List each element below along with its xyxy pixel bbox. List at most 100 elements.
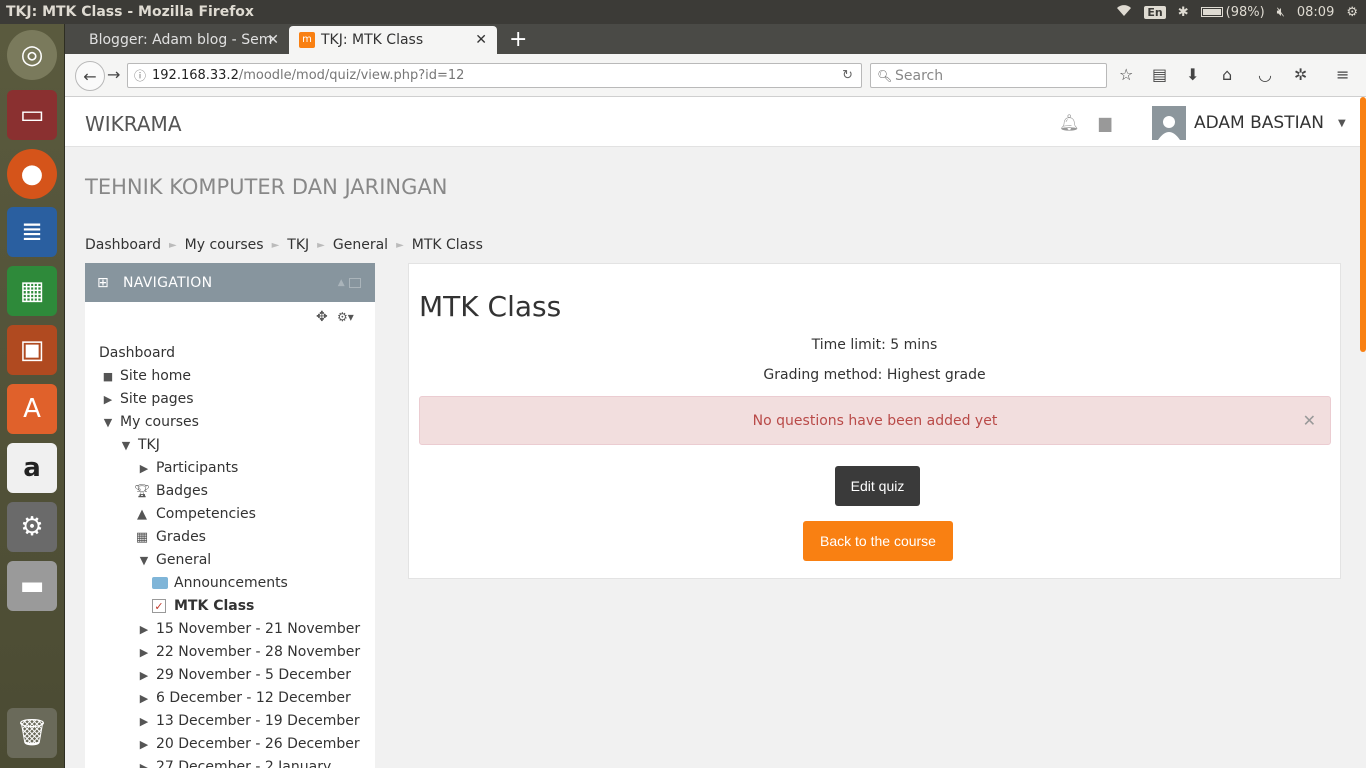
chevron-down-icon: ▼ <box>1337 117 1346 129</box>
breadcrumb-my-courses[interactable]: My courses <box>185 237 264 253</box>
chevron-right-icon: ▶ <box>139 760 149 768</box>
reload-icon[interactable]: ↻ <box>842 68 853 83</box>
nav-item-announcements[interactable]: Announcements <box>152 573 288 593</box>
moodle-header: WIKRAMA 🔔︎ ▆ ADAM BASTIAN ▼ <box>65 97 1366 147</box>
breadcrumb: Dashboard ► My courses ► TKJ ► General ►… <box>85 237 483 253</box>
chevron-right-icon: ▶ <box>139 622 149 636</box>
battery-icon <box>1200 7 1223 17</box>
nav-item-label: 27 December - 2 January <box>156 759 332 768</box>
nav-item-participants[interactable]: ▶ Participants <box>140 458 239 478</box>
pocket-icon[interactable]: ◡ <box>1258 65 1272 84</box>
writer-icon[interactable]: ≣ <box>7 207 57 257</box>
nav-item-week[interactable]: ▶ 27 December - 2 January <box>140 757 332 768</box>
gear-icon[interactable]: ⚙▾ <box>337 310 354 324</box>
nav-item-label: TKJ <box>138 437 160 453</box>
move-block-icon[interactable]: ✥ <box>316 309 328 325</box>
battery-indicator[interactable]: (98%) <box>1200 4 1265 20</box>
nav-item-label: 15 November - 21 November <box>156 621 361 637</box>
nav-item-site-pages[interactable]: ▶ Site pages <box>104 389 194 409</box>
clock[interactable]: 08:09 <box>1297 5 1334 20</box>
reading-list-icon[interactable]: ▤ <box>1152 65 1167 84</box>
volume-muted-icon[interactable]: 🔇︎ <box>1277 5 1285 20</box>
navigation-toolbar: ← → ⓘ 192.168.33.2/moodle/mod/quiz/view.… <box>65 54 1366 97</box>
disk-drive-icon[interactable]: ▬ <box>7 561 57 611</box>
nav-item-tkj[interactable]: ▼ TKJ <box>122 435 160 455</box>
info-icon[interactable]: ⓘ <box>134 67 146 84</box>
nav-item-week[interactable]: ▶ 20 December - 26 December <box>140 734 360 754</box>
nav-item-week[interactable]: ▶ 6 December - 12 December <box>140 688 351 708</box>
collapse-block-icon[interactable]: ▲ <box>338 278 345 288</box>
breadcrumb-mtk-class[interactable]: MTK Class <box>412 237 483 253</box>
nav-item-week[interactable]: ▶ 13 December - 19 December <box>140 711 360 731</box>
nav-item-week[interactable]: ▶ 15 November - 21 November <box>140 619 361 639</box>
keyboard-layout-indicator[interactable]: En <box>1144 5 1166 19</box>
edit-quiz-button[interactable]: Edit quiz <box>835 466 920 506</box>
trophy-icon: 🏆︎ <box>133 483 151 499</box>
files-icon[interactable]: ▭ <box>7 90 57 140</box>
navigation-title: NAVIGATION <box>123 274 213 291</box>
battery-percent: (98%) <box>1225 4 1265 20</box>
site-name[interactable]: WIKRAMA <box>85 112 182 136</box>
nav-item-site-home[interactable]: ■ Site home <box>103 366 191 386</box>
url-host: 192.168.33.2 <box>152 68 239 83</box>
breadcrumb-general[interactable]: General <box>333 237 388 253</box>
nav-item-label: Participants <box>156 460 239 476</box>
software-center-icon[interactable]: A <box>7 384 57 434</box>
calc-icon[interactable]: ▦ <box>7 266 57 316</box>
breadcrumb-tkj[interactable]: TKJ <box>287 237 309 253</box>
nav-item-mtk-class[interactable]: ✓ MTK Class <box>152 596 254 616</box>
navigation-block: ⊞ NAVIGATION ▲ ✥ ⚙▾ Dashboard ■ Site home… <box>85 263 375 768</box>
impress-icon[interactable]: ▣ <box>7 325 57 375</box>
close-icon[interactable]: ✕ <box>1303 411 1316 430</box>
tab-label: TKJ: MTK Class <box>321 32 424 48</box>
chevron-down-icon: ▼ <box>139 553 149 567</box>
search-input[interactable]: 🔍︎ Search <box>870 63 1107 88</box>
home-icon[interactable]: ⌂ <box>1222 65 1232 84</box>
quiz-main-region: MTK Class Time limit: 5 mins Grading met… <box>408 263 1341 579</box>
page-scrollbar[interactable] <box>1360 97 1366 352</box>
chevron-right-icon: ▶ <box>139 691 149 705</box>
amazon-icon[interactable]: a <box>7 443 57 493</box>
notification-bell-icon[interactable]: 🔔︎ <box>1059 113 1079 132</box>
wifi-icon[interactable] <box>1116 3 1132 21</box>
breadcrumb-dashboard[interactable]: Dashboard <box>85 237 161 253</box>
nav-item-week[interactable]: ▶ 22 November - 28 November <box>140 642 360 662</box>
ubuntu-dash-icon[interactable]: ◎ <box>7 30 57 80</box>
chevron-down-icon: ▼ <box>103 415 113 429</box>
bullet-icon: ■ <box>102 369 114 383</box>
url-bar[interactable]: ⓘ 192.168.33.2/moodle/mod/quiz/view.php?… <box>127 63 862 88</box>
nav-item-week[interactable]: ▶ 29 November - 5 December <box>140 665 351 685</box>
nav-item-grades[interactable]: ▦ Grades <box>136 527 206 547</box>
system-settings-icon[interactable]: ⚙ <box>7 502 57 552</box>
nav-item-general[interactable]: ▼ General <box>140 550 211 570</box>
tab-blogger[interactable]: Blogger: Adam blog - Sem ✕ <box>65 26 289 54</box>
nav-item-label: Badges <box>156 483 208 499</box>
firefox-icon[interactable]: ● <box>7 149 57 199</box>
nav-item-badges[interactable]: 🏆︎ Badges <box>134 481 208 501</box>
trash-icon[interactable]: 🗑︎ <box>7 708 57 758</box>
user-menu[interactable]: ADAM BASTIAN ▼ <box>1152 106 1346 140</box>
forward-icon[interactable]: → <box>107 65 120 84</box>
nav-item-competencies[interactable]: ▲ Competencies <box>137 504 256 524</box>
nav-item-dashboard[interactable]: Dashboard <box>99 343 175 363</box>
tab-tkj-mtk-class[interactable]: m TKJ: MTK Class ✕ <box>289 26 497 54</box>
bookmark-star-icon[interactable]: ☆ <box>1119 65 1133 84</box>
sitemap-icon: ⊞ <box>97 274 110 291</box>
back-icon[interactable]: ← <box>75 61 105 91</box>
tab-strip: Blogger: Adam blog - Sem ✕ m TKJ: MTK Cl… <box>65 24 1366 54</box>
menu-icon[interactable]: ≡ <box>1336 65 1349 84</box>
chevron-right-icon: ▶ <box>103 392 113 406</box>
extension-icon[interactable]: ✲ <box>1294 65 1307 84</box>
close-icon[interactable]: ✕ <box>267 32 279 48</box>
nav-item-my-courses[interactable]: ▼ My courses <box>104 412 199 432</box>
messages-icon[interactable]: ▆ <box>1099 113 1111 132</box>
bluetooth-icon[interactable]: ✱ <box>1178 5 1189 20</box>
new-tab-button[interactable]: + <box>509 27 527 52</box>
download-icon[interactable]: ⬇ <box>1186 65 1199 84</box>
dock-block-icon[interactable] <box>349 277 361 288</box>
gear-icon[interactable]: ⚙ <box>1346 5 1358 20</box>
back-to-course-button[interactable]: Back to the course <box>803 521 953 561</box>
close-icon[interactable]: ✕ <box>475 32 487 48</box>
grades-table-icon: ▦ <box>135 529 149 545</box>
nav-item-label: 13 December - 19 December <box>156 713 360 729</box>
